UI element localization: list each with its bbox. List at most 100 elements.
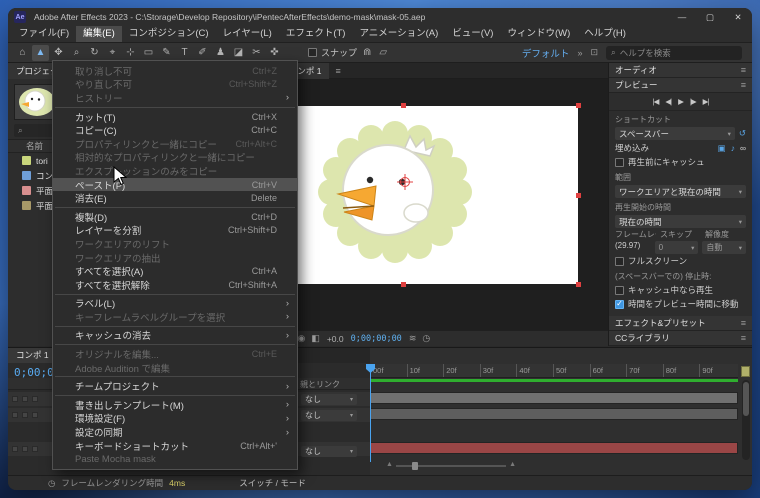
orbit-camera-tool-icon[interactable]: ↻	[86, 45, 103, 61]
menubar-item[interactable]: ファイル(F)	[12, 26, 76, 42]
zoom-out-icon[interactable]: ▲	[386, 461, 393, 468]
snapshot-icon[interactable]: ◉	[297, 333, 305, 344]
solo-toggle-icon[interactable]	[32, 396, 38, 402]
menu-item[interactable]: 相対的なプロパティリンクと一緒にコピー	[53, 151, 297, 165]
magnet-icon[interactable]: ⋒	[363, 47, 371, 58]
fast-preview-icon[interactable]: ≋	[409, 333, 417, 344]
menubar-item[interactable]: コンポジション(C)	[122, 26, 216, 42]
parent-link-column-header[interactable]: 親とリンク	[300, 379, 340, 390]
tab-effects-presets[interactable]: エフェクト&プリセット ≡	[609, 316, 752, 331]
menu-item[interactable]: Paste Mocha mask	[53, 452, 297, 466]
panel-menu-icon[interactable]: ≡	[741, 65, 746, 75]
eraser-tool-icon[interactable]: ◪	[230, 45, 247, 61]
snap-checkbox[interactable]: ✓	[308, 48, 317, 57]
menu-item[interactable]: 消去(E) Delete	[53, 191, 297, 205]
video-icon[interactable]: ▣	[718, 143, 726, 154]
play-cached-checkbox[interactable]: ✓	[615, 286, 624, 295]
last-frame-button[interactable]: ▶|	[703, 97, 709, 106]
selection-tool-icon[interactable]: ▲	[32, 45, 49, 61]
shape-tool-icon[interactable]: ▭	[140, 45, 157, 61]
move-time-checkbox[interactable]: ✓	[615, 300, 624, 309]
switch-modes-button[interactable]: スイッチ / モード	[239, 477, 306, 489]
exposure-value[interactable]: +0.0	[327, 334, 344, 344]
menu-item[interactable]: レイヤーを分割 Ctrl+Shift+D	[53, 224, 297, 238]
loop-icon[interactable]: ∞	[740, 143, 746, 154]
menu-item[interactable]: エクスプレッションのみをコピー	[53, 164, 297, 178]
panel-menu-icon[interactable]: ≡	[741, 80, 746, 90]
panel-menu-icon[interactable]: ≡	[335, 66, 340, 76]
layer-duration-bar-red[interactable]	[370, 442, 738, 454]
tab-cc-libraries[interactable]: CCライブラリ ≡	[609, 331, 752, 346]
skip-select[interactable]: 0▾	[655, 241, 699, 254]
menu-item[interactable]: プロパティリンクと一緒にコピー Ctrl+Alt+C	[53, 137, 297, 151]
brush-tool-icon[interactable]: ✐	[194, 45, 211, 61]
pen-tool-icon[interactable]: ✎	[158, 45, 175, 61]
hand-tool-icon[interactable]: ✥	[50, 45, 67, 61]
menu-item[interactable]: キーフレームラベルグループを選択 ›	[53, 310, 297, 324]
timeline-vertical-scrollbar[interactable]	[742, 380, 750, 460]
clone-stamp-tool-icon[interactable]: ♟	[212, 45, 229, 61]
channels-icon[interactable]: ◧	[311, 333, 320, 344]
menu-item[interactable]: コピー(C) Ctrl+C	[53, 123, 297, 137]
playhead[interactable]	[370, 364, 371, 462]
range-select[interactable]: ワークエリアと現在の時間▾	[615, 185, 746, 198]
menu-item[interactable]: 取り消し不可 Ctrl+Z	[53, 64, 297, 78]
layer-duration-bar[interactable]	[370, 408, 738, 420]
eye-toggle-icon[interactable]	[12, 396, 18, 402]
layer-duration-bar[interactable]	[370, 392, 738, 404]
menubar-item[interactable]: ビュー(V)	[445, 26, 500, 42]
zoom-in-icon[interactable]: ▲	[509, 461, 516, 468]
eye-toggle-icon[interactable]	[12, 446, 18, 452]
home-icon[interactable]: ⌂	[14, 45, 31, 61]
audio-icon[interactable]: ♪	[731, 143, 735, 154]
resolution-select[interactable]: 自動▾	[702, 241, 746, 254]
framerate-value[interactable]: (29.97)	[615, 241, 651, 254]
menu-item[interactable]: 環境設定(F) ›	[53, 412, 297, 426]
play-from-select[interactable]: 現在の時間▾	[615, 215, 746, 228]
menu-item[interactable]: キーボードショートカット Ctrl+Alt+'	[53, 439, 297, 453]
snap-options-icon[interactable]: ▱	[379, 47, 387, 58]
comp-marker-button[interactable]	[741, 366, 750, 377]
menu-item[interactable]: 書き出しテンプレート(M) ›	[53, 398, 297, 412]
selection-handle[interactable]	[576, 282, 581, 287]
next-frame-button[interactable]: |▶	[690, 97, 696, 106]
parent-select[interactable]: なし▾	[301, 410, 357, 421]
fullscreen-checkbox[interactable]: ✓	[615, 257, 624, 266]
menu-item[interactable]: ヒストリー ›	[53, 91, 297, 105]
menubar-item[interactable]: 編集(E)	[76, 26, 122, 42]
menu-item[interactable]: やり直し不可 Ctrl+Shift+Z	[53, 78, 297, 92]
roto-brush-tool-icon[interactable]: ✂	[248, 45, 265, 61]
workspace-box-icon[interactable]: ⊡	[590, 47, 598, 58]
shortcut-select[interactable]: スペースバー▾	[615, 127, 735, 140]
play-button[interactable]: ▶	[678, 97, 683, 106]
solo-toggle-icon[interactable]	[32, 412, 38, 418]
time-ruler[interactable]: 00f10f20f30f40f50f60f70f80f90f	[370, 364, 738, 378]
solo-toggle-icon[interactable]	[32, 446, 38, 452]
tab-preview[interactable]: プレビュー ≡	[609, 78, 752, 93]
menu-item[interactable]: ワークエリアのリフト	[53, 237, 297, 251]
prev-frame-button[interactable]: ◀|	[665, 97, 671, 106]
parent-select[interactable]: なし▾	[301, 446, 357, 457]
menu-item[interactable]: 設定の同期 ›	[53, 425, 297, 439]
close-button[interactable]: ✕	[724, 8, 752, 26]
zoom-knob[interactable]	[412, 462, 418, 470]
menu-item[interactable]: チームプロジェクト ›	[53, 379, 297, 393]
pan-behind-tool-icon[interactable]: ⊹	[122, 45, 139, 61]
menu-item[interactable]: 複製(D) Ctrl+D	[53, 210, 297, 224]
minimize-button[interactable]: —	[668, 8, 696, 26]
menubar-item[interactable]: ウィンドウ(W)	[500, 26, 577, 42]
menu-item[interactable]: すべてを選択(A) Ctrl+A	[53, 264, 297, 278]
menu-item[interactable]: ペースト(P) Ctrl+V	[53, 178, 297, 192]
maximize-button[interactable]: ▢	[696, 8, 724, 26]
menu-item[interactable]: キャッシュの消去 ›	[53, 329, 297, 343]
menu-item[interactable]: すべてを選択解除 Ctrl+Shift+A	[53, 278, 297, 292]
comp-time-display[interactable]: 0;00;00;00	[351, 334, 402, 344]
help-search-input[interactable]: ⌕ ヘルプを検索	[606, 46, 742, 60]
more-workspaces-icon[interactable]: »	[577, 48, 582, 58]
audio-toggle-icon[interactable]	[22, 396, 28, 402]
timeline-zoom-slider[interactable]: ▲ ▲	[386, 461, 516, 471]
menu-item[interactable]: オリジナルを編集... Ctrl+E	[53, 347, 297, 361]
reset-icon[interactable]: ↺	[739, 128, 746, 139]
selection-handle[interactable]	[401, 282, 406, 287]
menubar-item[interactable]: エフェクト(T)	[279, 26, 353, 42]
